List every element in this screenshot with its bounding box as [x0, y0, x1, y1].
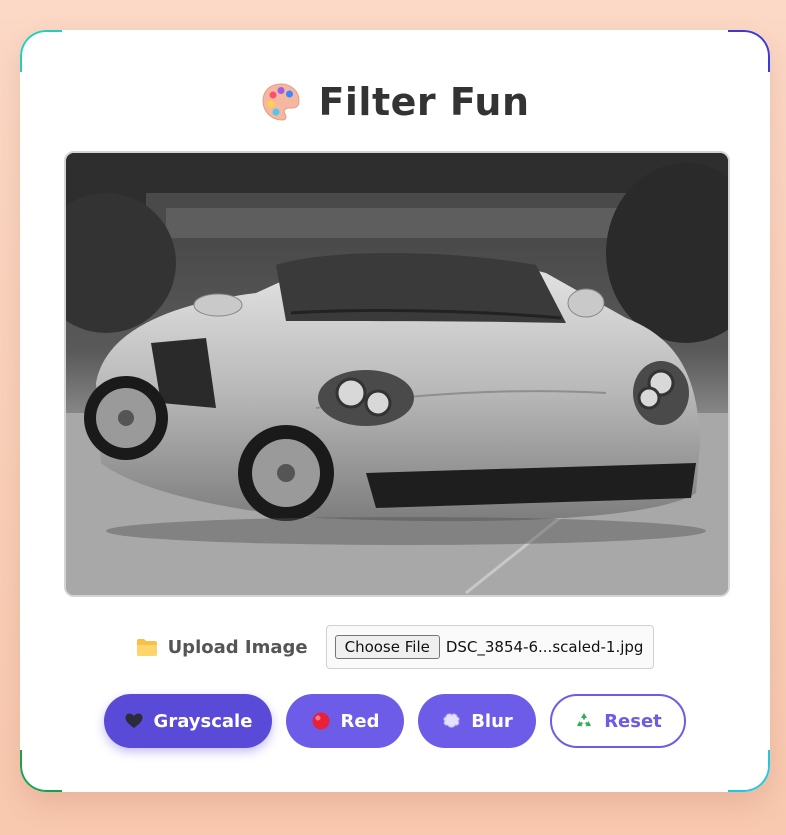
folder-icon	[136, 639, 157, 656]
reset-button[interactable]: Reset	[550, 694, 686, 748]
corner-accent	[728, 30, 770, 72]
palette-icon	[262, 83, 300, 121]
upload-label: Upload Image	[136, 637, 308, 658]
blur-button[interactable]: Blur	[418, 694, 536, 748]
filter-buttons: Grayscale Red Blur Reset	[20, 693, 770, 749]
recycle-icon	[577, 713, 592, 727]
file-input[interactable]: Choose File DSC_3854-6...scaled-1.jpg	[325, 625, 655, 669]
red-button[interactable]: Red	[286, 694, 404, 748]
upload-label-text: Upload Image	[167, 636, 308, 658]
car-photo	[66, 153, 728, 595]
corner-accent	[728, 750, 770, 792]
upload-row: Upload Image Choose File DSC_3854-6...sc…	[20, 625, 770, 669]
selected-file-name: DSC_3854-6...scaled-1.jpg	[445, 638, 644, 656]
reset-label: Reset	[604, 710, 662, 732]
blur-icon	[443, 713, 460, 728]
red-circle-icon	[312, 712, 330, 730]
black-heart-icon	[125, 713, 143, 728]
choose-file-button[interactable]: Choose File	[334, 635, 440, 659]
blur-label: Blur	[471, 710, 513, 732]
page-title: Filter Fun	[318, 80, 530, 124]
corner-accent	[20, 30, 62, 72]
red-label: Red	[340, 710, 380, 732]
grayscale-label: Grayscale	[153, 710, 253, 732]
corner-accent	[20, 750, 62, 792]
header: Filter Fun	[20, 78, 770, 126]
grayscale-button[interactable]: Grayscale	[104, 694, 272, 748]
preview-image	[64, 151, 730, 597]
filter-card: Filter Fun Upload Image Choose File DSC_…	[20, 30, 770, 792]
